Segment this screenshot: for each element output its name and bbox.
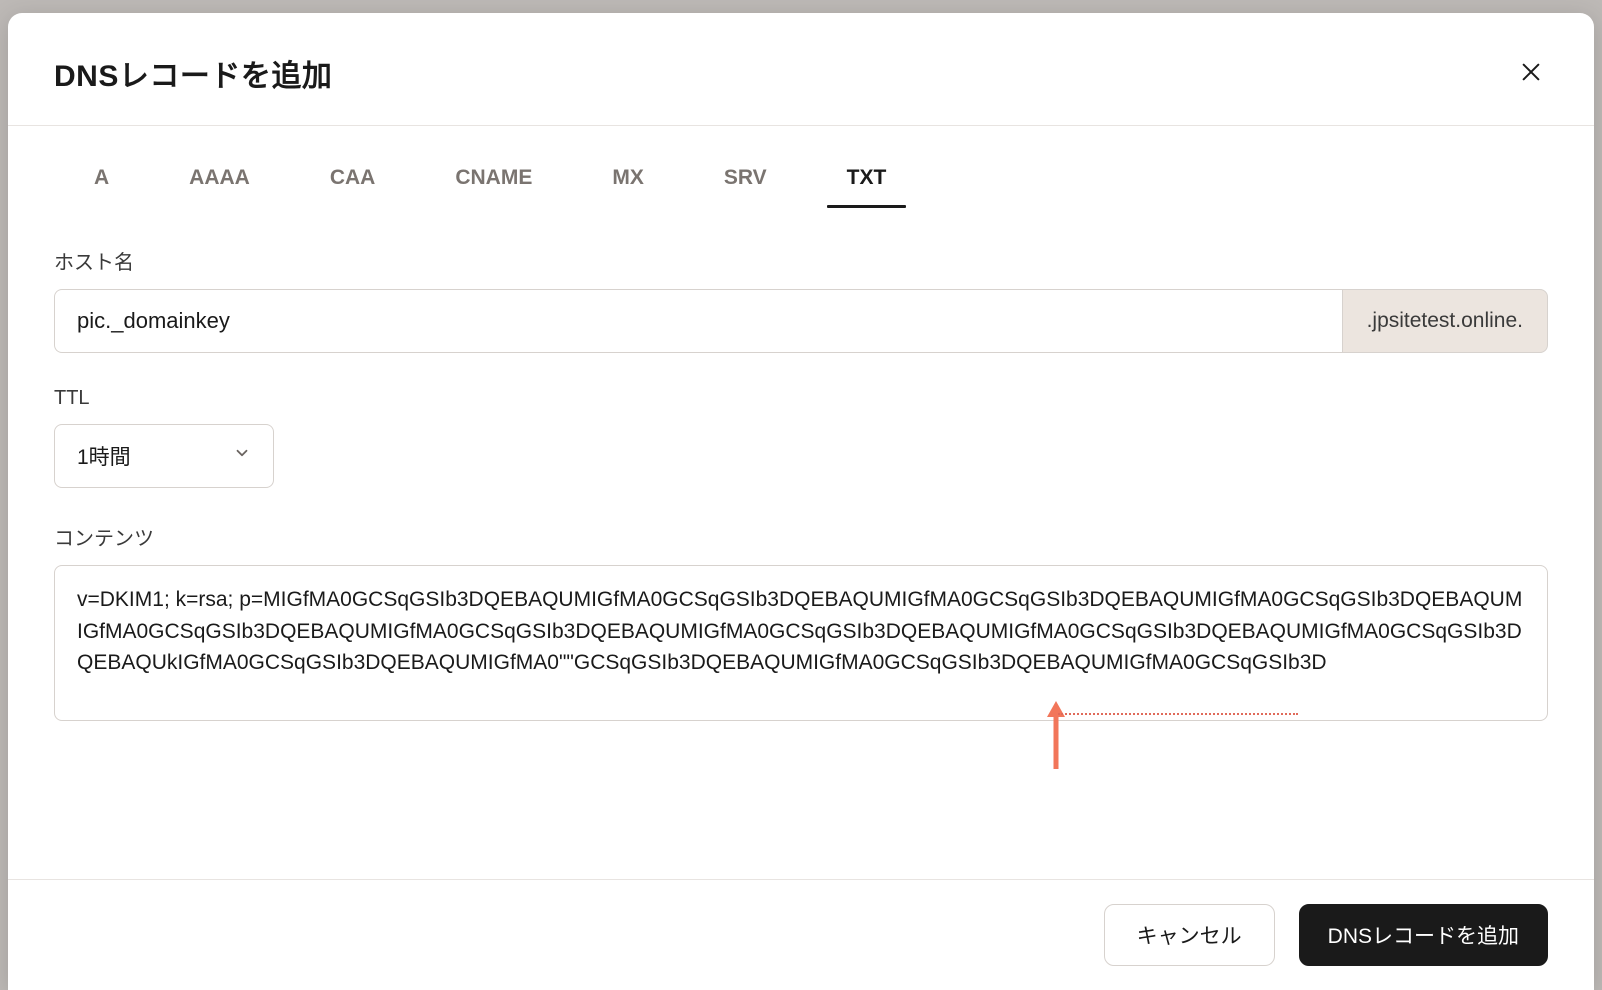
tab-caa[interactable]: CAA [290,152,416,208]
close-button[interactable] [1514,55,1548,92]
close-icon [1520,61,1542,86]
tab-txt[interactable]: TXT [807,152,927,208]
submit-button[interactable]: DNSレコードを追加 [1299,904,1548,966]
hostname-suffix: .jpsitetest.online. [1342,289,1548,353]
record-type-tabs: A AAAA CAA CNAME MX SRV TXT [54,152,1548,208]
tab-a[interactable]: A [54,152,149,208]
hostname-label: ホスト名 [54,246,1548,275]
modal-footer: キャンセル DNSレコードを追加 [8,879,1594,990]
modal-title: DNSレコードを追加 [54,51,332,95]
add-dns-record-modal: DNSレコードを追加 A AAAA CAA CNAME MX SRV TXT ホ… [8,13,1594,990]
ttl-select[interactable]: 1時間 [54,424,274,488]
hostname-group: ホスト名 .jpsitetest.online. [54,246,1548,353]
content-group: コンテンツ [54,522,1548,726]
modal-body: A AAAA CAA CNAME MX SRV TXT ホスト名 .jpsite… [8,126,1594,879]
content-label: コンテンツ [54,522,1548,551]
ttl-selected-value: 1時間 [77,441,131,471]
modal-header: DNSレコードを追加 [8,13,1594,126]
tab-aaaa[interactable]: AAAA [149,152,290,208]
hostname-row: .jpsitetest.online. [54,289,1548,353]
chevron-down-icon [233,444,251,468]
content-textarea[interactable] [54,565,1548,721]
cancel-button[interactable]: キャンセル [1104,904,1275,966]
tab-mx[interactable]: MX [572,152,684,208]
ttl-group: TTL 1時間 [54,387,1548,488]
tab-cname[interactable]: CNAME [415,152,572,208]
tab-srv[interactable]: SRV [684,152,807,208]
ttl-label: TTL [54,387,1548,410]
hostname-input[interactable] [54,289,1342,353]
